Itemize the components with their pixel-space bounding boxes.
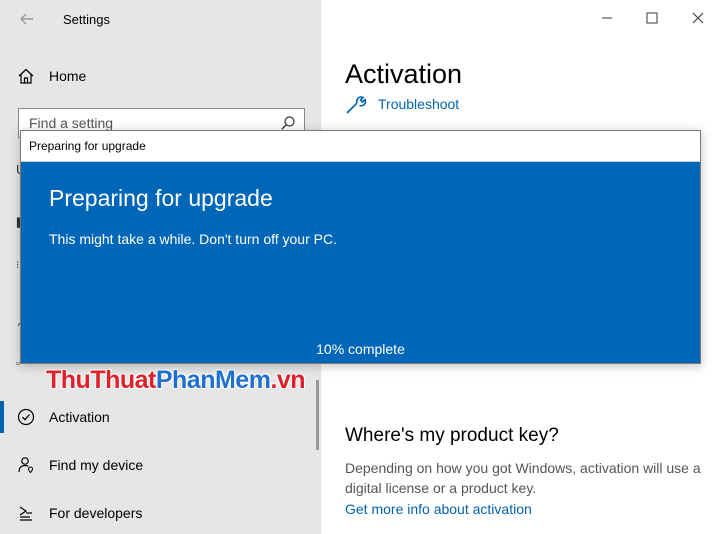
dialog-message: This might take a while. Don't turn off … — [49, 231, 337, 247]
check-circle-icon — [17, 408, 35, 426]
partial-nav-icon: ⁝ — [16, 260, 20, 271]
maximize-icon[interactable] — [642, 8, 662, 28]
sidebar-item-for-developers[interactable]: For developers — [0, 493, 321, 533]
minimize-icon[interactable] — [597, 8, 617, 28]
back-arrow-icon[interactable] — [17, 9, 37, 29]
sidebar-item-label: Activation — [49, 409, 110, 425]
dialog-window-title: Preparing for upgrade — [29, 139, 146, 153]
troubleshoot-label: Troubleshoot — [378, 96, 460, 112]
progress-status: 10% complete — [316, 341, 405, 357]
sidebar-item-label: Find my device — [49, 457, 144, 473]
page-title: Activation — [345, 59, 463, 89]
product-key-description: Depending on how you got Windows, activa… — [345, 460, 701, 496]
sidebar-item-home[interactable]: Home — [0, 56, 321, 96]
upgrade-dialog: Preparing for upgrade Preparing for upgr… — [20, 130, 701, 364]
sidebar-item-find-my-device[interactable]: Find my device — [0, 445, 321, 485]
sidebar-item-activation[interactable]: Activation — [0, 397, 321, 437]
close-icon[interactable] — [688, 8, 708, 28]
home-icon — [18, 68, 34, 84]
dialog-heading: Preparing for upgrade — [49, 185, 273, 211]
watermark-part: .vn — [270, 366, 306, 394]
app-title: Settings — [63, 12, 110, 27]
watermark-part: PhanMem — [155, 366, 271, 394]
search-icon[interactable] — [280, 115, 296, 131]
developer-icon — [19, 506, 32, 521]
product-key-heading: Where's my product key? — [345, 425, 559, 446]
person-location-icon — [18, 457, 34, 474]
selection-indicator — [0, 401, 4, 433]
wrench-icon — [346, 96, 367, 114]
watermark-part: ThuThuat — [46, 366, 156, 394]
sidebar-item-label: For developers — [49, 505, 143, 521]
dialog-title-bar: Preparing for upgrade — [21, 131, 700, 162]
more-info-link[interactable]: Get more info about activation — [345, 501, 532, 517]
search-placeholder: Find a setting — [29, 115, 114, 131]
watermark-logo: ThuThuatPhanMem.vn — [46, 366, 306, 395]
sidebar-scrollbar[interactable] — [316, 380, 319, 450]
sidebar-item-label: Home — [49, 68, 87, 84]
